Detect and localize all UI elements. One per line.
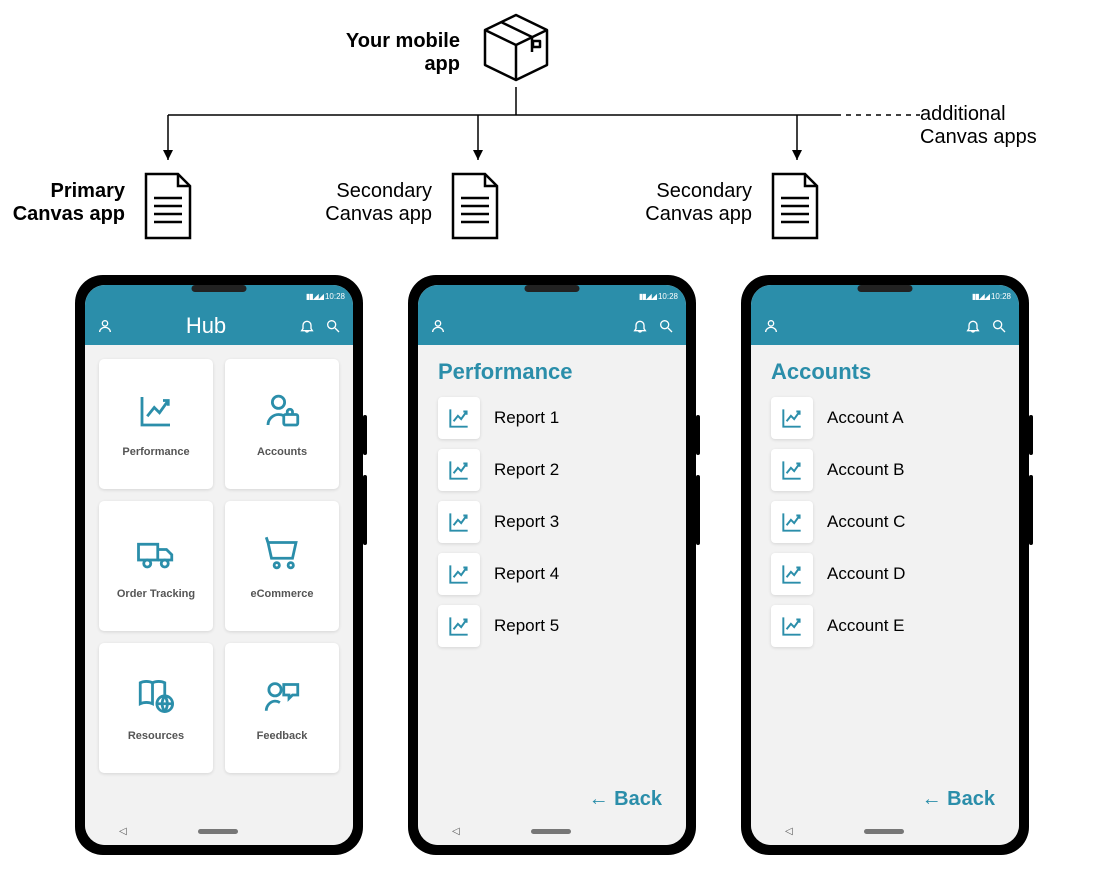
status-time: 10:28 [991, 292, 1011, 301]
user-icon[interactable] [763, 318, 779, 334]
list-item[interactable]: Report 3 [438, 501, 672, 543]
nav-home-icon[interactable] [864, 829, 904, 834]
android-nav-bar: ◁ [418, 817, 686, 845]
account-list: Account A Account B Account C Account D … [765, 397, 1005, 647]
architecture-diagram: Your mobile app additio [0, 0, 1103, 275]
phone-primary-hub: 10:28 Hub Performance [75, 275, 363, 855]
back-button[interactable]: ← Back [765, 780, 1005, 811]
report-list: Report 1 Report 2 Report 3 Report 4 Repo… [432, 397, 672, 647]
tile-label: Resources [128, 730, 184, 742]
bell-icon[interactable] [299, 318, 315, 334]
phone-secondary-performance: 10:28 . Performance Report 1 Report 2 Re… [408, 275, 696, 855]
chart-icon [135, 390, 177, 432]
search-icon[interactable] [991, 318, 1007, 334]
list-item[interactable]: Account A [771, 397, 1005, 439]
nav-back-icon[interactable]: ◁ [119, 826, 127, 837]
list-item[interactable]: Report 2 [438, 449, 672, 491]
hub-tile-ecommerce[interactable]: eCommerce [225, 501, 339, 631]
list-item[interactable]: Account E [771, 605, 1005, 647]
chart-icon [779, 613, 805, 639]
app-title: Hub [113, 313, 299, 339]
page-heading: Performance [432, 359, 672, 385]
speech-icon [261, 674, 303, 716]
status-bar: 10:28 [85, 285, 353, 307]
status-time: 10:28 [325, 292, 345, 301]
user-briefcase-icon [261, 390, 303, 432]
hub-tile-feedback[interactable]: Feedback [225, 643, 339, 773]
bell-icon[interactable] [965, 318, 981, 334]
hub-tile-performance[interactable]: Performance [99, 359, 213, 489]
status-time: 10:28 [658, 292, 678, 301]
app-bar: Hub [85, 307, 353, 345]
list-label: Report 5 [494, 616, 559, 636]
list-label: Account A [827, 408, 904, 428]
chart-icon [779, 405, 805, 431]
hub-tile-order-tracking[interactable]: Order Tracking [99, 501, 213, 631]
nav-back-icon[interactable]: ◁ [785, 826, 793, 837]
user-icon[interactable] [97, 318, 113, 334]
app-bar: . [418, 307, 686, 345]
tile-label: Order Tracking [117, 588, 195, 600]
android-nav-bar: ◁ [751, 817, 1019, 845]
list-label: Account E [827, 616, 905, 636]
list-label: Report 2 [494, 460, 559, 480]
document-icon [767, 170, 823, 242]
tile-label: Feedback [257, 730, 308, 742]
list-item[interactable]: Account B [771, 449, 1005, 491]
list-label: Account C [827, 512, 905, 532]
hub-grid: Performance Accounts Order Tracking eCom… [99, 359, 339, 773]
tile-label: eCommerce [251, 588, 314, 600]
list-label: Account D [827, 564, 905, 584]
signal-icon [306, 292, 323, 301]
status-bar: 10:28 [751, 285, 1019, 307]
secondary-app-label-1: Secondary Canvas app [307, 180, 432, 226]
chart-icon [446, 457, 472, 483]
list-item[interactable]: Account D [771, 553, 1005, 595]
chart-icon [779, 509, 805, 535]
list-item[interactable]: Account C [771, 501, 1005, 543]
search-icon[interactable] [325, 318, 341, 334]
nav-back-icon[interactable]: ◁ [452, 826, 460, 837]
chart-icon [779, 561, 805, 587]
additional-apps-label: additional Canvas apps [920, 103, 1037, 149]
chart-icon [446, 509, 472, 535]
cart-icon [261, 532, 303, 574]
hub-tile-resources[interactable]: Resources [99, 643, 213, 773]
bell-icon[interactable] [632, 318, 648, 334]
phone-secondary-accounts: 10:28 . Accounts Account A Account B Acc… [741, 275, 1029, 855]
list-label: Report 3 [494, 512, 559, 532]
user-icon[interactable] [430, 318, 446, 334]
chart-icon [446, 613, 472, 639]
android-nav-bar: ◁ [85, 817, 353, 845]
chart-icon [779, 457, 805, 483]
book-globe-icon [135, 674, 177, 716]
tile-label: Accounts [257, 446, 307, 458]
search-icon[interactable] [658, 318, 674, 334]
document-icon [140, 170, 196, 242]
status-bar: 10:28 [418, 285, 686, 307]
signal-icon [972, 292, 989, 301]
list-item[interactable]: Report 4 [438, 553, 672, 595]
primary-app-label: Primary Canvas app [0, 180, 125, 226]
tile-label: Performance [122, 446, 189, 458]
signal-icon [639, 292, 656, 301]
nav-home-icon[interactable] [198, 829, 238, 834]
truck-icon [135, 532, 177, 574]
list-label: Report 1 [494, 408, 559, 428]
back-button[interactable]: ← Back [432, 780, 672, 811]
page-heading: Accounts [765, 359, 1005, 385]
chart-icon [446, 405, 472, 431]
list-label: Report 4 [494, 564, 559, 584]
list-item[interactable]: Report 5 [438, 605, 672, 647]
app-bar: . [751, 307, 1019, 345]
secondary-app-label-2: Secondary Canvas app [627, 180, 752, 226]
nav-home-icon[interactable] [531, 829, 571, 834]
hub-tile-accounts[interactable]: Accounts [225, 359, 339, 489]
list-label: Account B [827, 460, 905, 480]
list-item[interactable]: Report 1 [438, 397, 672, 439]
document-icon [447, 170, 503, 242]
chart-icon [446, 561, 472, 587]
